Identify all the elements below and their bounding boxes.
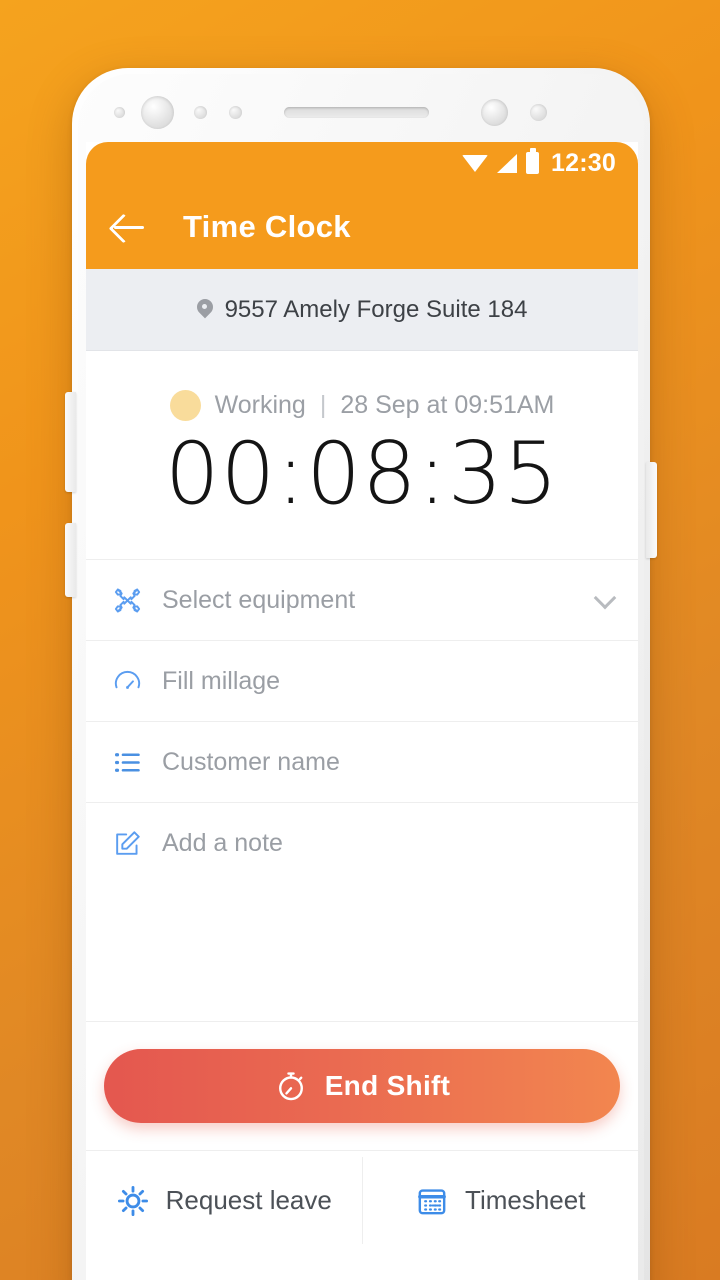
location-bar[interactable]: 9557 Amely Forge Suite 184 (86, 269, 638, 351)
form-row-add-a-note[interactable]: Add a note (86, 803, 638, 884)
location-address: 9557 Amely Forge Suite 184 (224, 295, 528, 323)
note-input-area[interactable] (86, 884, 638, 1022)
bottom-item-timesheet[interactable]: Timesheet (363, 1151, 639, 1250)
earpiece-speaker-icon (284, 106, 429, 118)
end-shift-area: End Shift (86, 1022, 638, 1150)
shift-status-line: Working | 28 Sep at 09:51AM (169, 390, 555, 422)
bullet-list-icon (112, 747, 143, 778)
volume-down-button[interactable] (65, 523, 76, 597)
back-arrow-icon[interactable] (112, 210, 146, 244)
timer-panel: Working | 28 Sep at 09:51AM 00:08:35 (86, 351, 638, 560)
sensor-dot-icon (530, 103, 547, 121)
shift-status-label: Working (214, 391, 306, 420)
status-bar: 12:30 (86, 142, 638, 184)
volume-up-button[interactable] (65, 392, 76, 492)
page-title: Time Clock (183, 208, 351, 244)
bottom-item-request-leave[interactable]: Request leave (86, 1151, 362, 1250)
end-shift-label: End Shift (324, 1070, 451, 1101)
bottom-item-label: Timesheet (465, 1185, 586, 1215)
map-pin-icon (197, 299, 213, 321)
signal-icon (497, 153, 518, 173)
shift-start-datetime: 28 Sep at 09:51AM (340, 391, 555, 420)
ir-sensor-icon (229, 105, 242, 119)
form-row-label: Customer name (162, 747, 340, 776)
iris-scanner-icon (481, 98, 508, 126)
form-list: Select equipment Fill millage Customer n (86, 560, 638, 1022)
form-row-fill-millage[interactable]: Fill millage (86, 641, 638, 722)
edit-note-icon (112, 828, 143, 859)
bottom-action-bar: Request leave Timesheet (86, 1150, 638, 1250)
phone-screen: 12:30 Time Clock 9557 Amely Forge Suite … (86, 142, 638, 1280)
form-row-select-equipment[interactable]: Select equipment (86, 560, 638, 641)
elapsed-timer: 00:08:35 (164, 424, 560, 525)
wrench-screwdriver-icon (112, 585, 143, 616)
speedometer-icon (112, 666, 143, 697)
status-badge (169, 390, 201, 422)
form-row-label: Fill millage (162, 666, 281, 695)
wifi-icon (462, 154, 489, 172)
bottom-item-label: Request leave (165, 1185, 332, 1215)
status-bar-clock: 12:30 (551, 148, 616, 177)
proximity-sensor-icon (114, 106, 125, 118)
chevron-down-icon[interactable] (596, 590, 616, 610)
light-sensor-icon (194, 105, 207, 119)
status-separator: | (319, 391, 327, 420)
form-row-label: Select equipment (162, 585, 356, 614)
stopwatch-icon (278, 1072, 303, 1101)
app-bar: Time Clock (86, 184, 638, 269)
form-row-customer-name[interactable]: Customer name (86, 722, 638, 803)
battery-icon (526, 148, 540, 174)
form-row-label: Add a note (162, 829, 283, 857)
front-camera-icon (141, 95, 174, 129)
phone-sensor-cluster (86, 86, 638, 138)
power-button[interactable] (646, 462, 657, 558)
calendar-icon (418, 1188, 446, 1214)
end-shift-button[interactable]: End Shift (104, 1049, 620, 1123)
sun-icon (117, 1185, 148, 1216)
